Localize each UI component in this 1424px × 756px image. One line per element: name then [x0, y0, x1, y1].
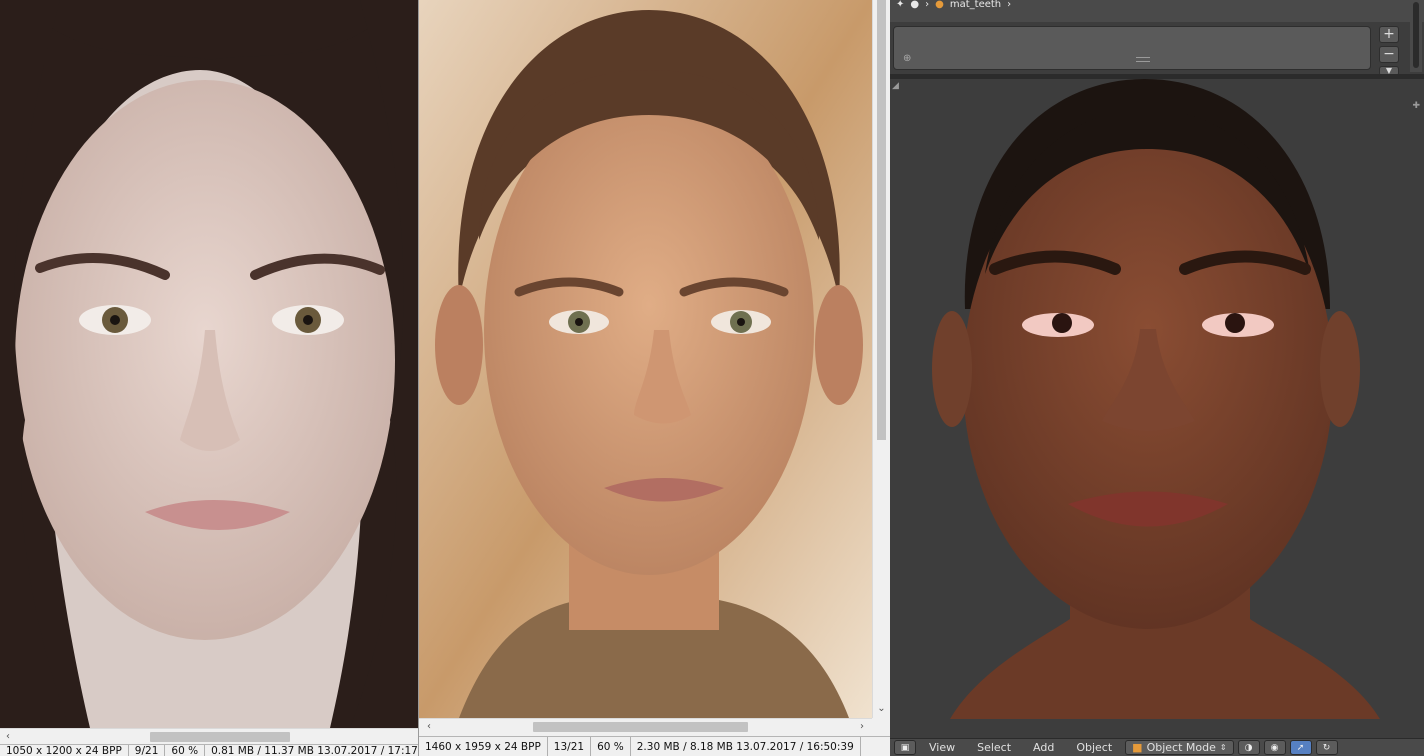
scroll-thumb[interactable] — [1413, 2, 1419, 68]
file-size-date: 0.81 MB / 11.37 MB 13.07.2017 / 17:17:41 — [205, 745, 418, 756]
properties-header: ✦ ● › ● mat_teeth › — [890, 0, 1424, 22]
image-dimensions: 1050 x 1200 x 24 BPP — [0, 745, 129, 756]
viewport-header: ▣ View Select Add Object ■ Object Mode ⇕… — [890, 738, 1424, 756]
image-index: 9/21 — [129, 745, 166, 756]
pivot-point-icon[interactable]: ◉ — [1263, 740, 1286, 755]
image-viewer-left: ‹ 1050 x 1200 x 24 BPP 9/21 60 % 0.81 MB… — [0, 0, 418, 756]
remove-material-slot-button[interactable]: − — [1379, 46, 1399, 63]
horizontal-scrollbar-left[interactable]: ‹ — [0, 728, 418, 744]
scroll-thumb[interactable] — [877, 0, 886, 440]
mode-selector[interactable]: ■ Object Mode ⇕ — [1125, 740, 1234, 755]
head-model-render — [932, 79, 1380, 719]
zoom-level: 60 % — [591, 737, 631, 756]
viewport-shading-icon[interactable]: ◑ — [1237, 740, 1260, 755]
breadcrumb: ✦ ● › ● mat_teeth › — [896, 0, 1011, 10]
file-size-date: 2.30 MB / 8.18 MB 13.07.2017 / 16:50:39 — [631, 737, 861, 756]
material-slot-list[interactable]: ⊕ — [893, 26, 1371, 70]
blender-window: ✦ ● › ● mat_teeth › ⊕ + − ▼ ◢ ✚ ▣ View S… — [890, 0, 1424, 756]
status-bar-middle: 1460 x 1959 x 24 BPP 13/21 60 % 2.30 MB … — [419, 736, 890, 756]
pin-icon[interactable]: ✦ — [896, 0, 904, 10]
scroll-left-arrow-icon[interactable]: ‹ — [0, 729, 16, 744]
pin-icon[interactable]: ⊕ — [903, 53, 911, 64]
select-menu[interactable]: Select — [968, 740, 1020, 756]
horizontal-scrollbar-middle[interactable]: ‹ › — [419, 718, 872, 734]
3d-viewport[interactable]: ◢ ✚ — [890, 79, 1424, 738]
object-data-icon: ● — [910, 0, 920, 10]
rotate-manipulator-icon[interactable]: ↻ — [1315, 740, 1338, 755]
updown-arrows-icon: ⇕ — [1219, 743, 1227, 752]
material-name: mat_teeth — [949, 0, 1002, 10]
material-icon: ● — [935, 0, 944, 10]
add-menu[interactable]: Add — [1024, 740, 1063, 756]
zoom-level: 60 % — [165, 745, 206, 756]
portrait-photo-middle — [419, 0, 872, 718]
editor-type-icon[interactable]: ▣ — [894, 740, 916, 755]
image-dimensions: 1460 x 1959 x 24 BPP — [419, 737, 548, 756]
scroll-right-arrow-icon[interactable]: › — [854, 719, 870, 734]
chevron-right-icon: › — [1007, 0, 1012, 10]
scroll-thumb[interactable] — [533, 722, 748, 732]
scroll-down-arrow-icon[interactable]: ⌄ — [873, 702, 890, 716]
chevron-right-icon: › — [925, 0, 930, 10]
vertical-scrollbar-middle[interactable]: ⌄ — [872, 0, 890, 718]
scroll-thumb[interactable] — [150, 732, 290, 742]
manipulator-icon[interactable]: ➚ — [1289, 740, 1312, 755]
image-index: 13/21 — [548, 737, 592, 756]
image-viewer-middle: ⌄ ‹ › 1460 x 1959 x 24 BPP 13/21 60 % 2.… — [418, 0, 890, 756]
object-mode-icon: ■ — [1132, 741, 1143, 754]
properties-scrollbar[interactable] — [1410, 0, 1422, 72]
object-menu[interactable]: Object — [1067, 740, 1121, 756]
status-bar-left: 1050 x 1200 x 24 BPP 9/21 60 % 0.81 MB /… — [0, 744, 418, 756]
scroll-left-arrow-icon[interactable]: ‹ — [421, 719, 437, 734]
portrait-photo-left — [0, 0, 418, 728]
add-material-slot-button[interactable]: + — [1379, 26, 1399, 43]
mode-label: Object Mode — [1146, 741, 1216, 754]
view-menu[interactable]: View — [920, 740, 964, 756]
resize-grip-icon[interactable] — [1136, 57, 1150, 62]
